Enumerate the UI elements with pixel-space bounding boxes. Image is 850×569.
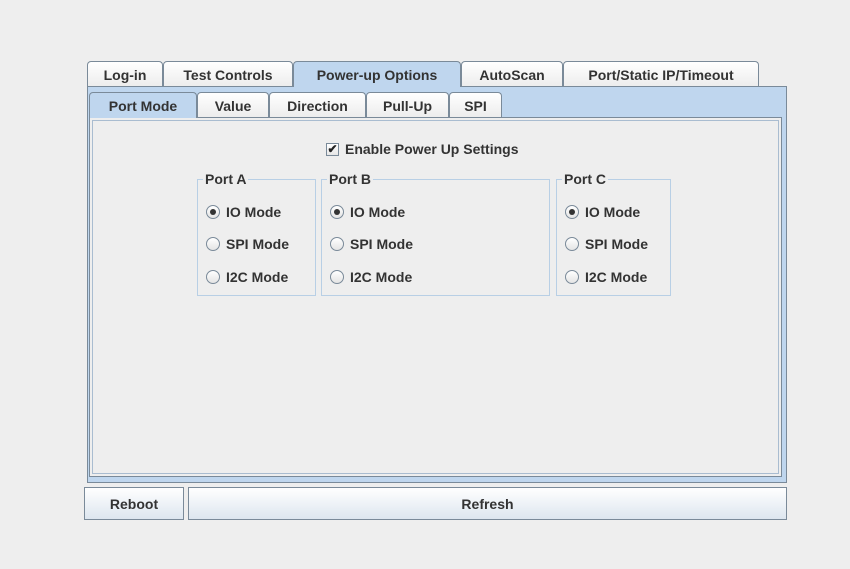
tab-label: Power-up Options — [316, 66, 438, 83]
radio-selected-icon[interactable] — [206, 205, 220, 219]
tab-autoscan[interactable]: AutoScan — [461, 61, 563, 87]
radio-label: IO Mode — [226, 204, 282, 220]
enable-power-up-checkbox[interactable]: ✔ Enable Power Up Settings — [326, 140, 518, 158]
tab-log-in[interactable]: Log-in — [87, 61, 163, 87]
port-mode-content — [92, 120, 779, 474]
check-icon: ✔ — [327, 142, 338, 156]
button-label: Refresh — [461, 495, 514, 512]
tab-label: Port/Static IP/Timeout — [588, 66, 734, 83]
tab-label: Test Controls — [183, 66, 273, 83]
port-a-i2c-mode-radio[interactable]: I2C Mode — [206, 269, 288, 285]
tab-power-up-options[interactable]: Power-up Options — [293, 61, 461, 87]
tab-label: SPI — [464, 97, 487, 114]
radio-icon[interactable] — [206, 237, 220, 251]
tab-label: Port Mode — [108, 97, 178, 114]
tab-test-controls[interactable]: Test Controls — [163, 61, 293, 87]
radio-icon[interactable] — [565, 270, 579, 284]
button-label: Reboot — [109, 495, 159, 512]
tab-value[interactable]: Value — [197, 92, 269, 118]
port-b-group: Port B IO Mode SPI Mode I2C Mode — [321, 170, 550, 296]
checkbox-label: Enable Power Up Settings — [345, 141, 519, 157]
port-c-group: Port C IO Mode SPI Mode I2C Mode — [556, 170, 671, 296]
group-title: Port C — [562, 170, 608, 188]
tab-pull-up[interactable]: Pull-Up — [366, 92, 449, 118]
port-c-i2c-mode-radio[interactable]: I2C Mode — [565, 269, 647, 285]
port-a-group: Port A IO Mode SPI Mode I2C Mode — [197, 170, 316, 296]
port-b-i2c-mode-radio[interactable]: I2C Mode — [330, 269, 412, 285]
tab-label: Value — [214, 97, 252, 114]
group-title: Port B — [327, 170, 373, 188]
radio-selected-icon[interactable] — [330, 205, 344, 219]
radio-label: IO Mode — [585, 204, 641, 220]
checkbox-box[interactable]: ✔ — [326, 142, 339, 156]
port-c-io-mode-radio[interactable]: IO Mode — [565, 204, 640, 220]
radio-label: SPI Mode — [585, 236, 649, 252]
port-b-spi-mode-radio[interactable]: SPI Mode — [330, 236, 413, 252]
radio-icon[interactable] — [330, 237, 344, 251]
radio-label: I2C Mode — [585, 269, 648, 285]
tab-port-static-ip-timeout[interactable]: Port/Static IP/Timeout — [563, 61, 759, 87]
tab-port-mode[interactable]: Port Mode — [89, 92, 197, 118]
tab-label: AutoScan — [479, 66, 545, 83]
tab-direction[interactable]: Direction — [269, 92, 366, 118]
reboot-button[interactable]: Reboot — [84, 487, 184, 520]
tab-label: Pull-Up — [383, 97, 432, 114]
port-a-io-mode-radio[interactable]: IO Mode — [206, 204, 281, 220]
radio-icon[interactable] — [330, 270, 344, 284]
radio-label: IO Mode — [350, 204, 406, 220]
outer-tab-bar: Log-in Test Controls Power-up Options Au… — [87, 61, 767, 87]
radio-label: SPI Mode — [350, 236, 414, 252]
tab-spi[interactable]: SPI — [449, 92, 502, 118]
group-title: Port A — [203, 170, 249, 188]
port-c-spi-mode-radio[interactable]: SPI Mode — [565, 236, 648, 252]
radio-label: SPI Mode — [226, 236, 290, 252]
radio-label: I2C Mode — [350, 269, 413, 285]
tab-label: Direction — [287, 97, 348, 114]
port-a-spi-mode-radio[interactable]: SPI Mode — [206, 236, 289, 252]
tab-label: Log-in — [103, 66, 147, 83]
radio-selected-icon[interactable] — [565, 205, 579, 219]
radio-label: I2C Mode — [226, 269, 289, 285]
radio-icon[interactable] — [206, 270, 220, 284]
refresh-button[interactable]: Refresh — [188, 487, 787, 520]
radio-icon[interactable] — [565, 237, 579, 251]
inner-tab-bar: Port Mode Value Direction Pull-Up SPI — [89, 92, 529, 118]
port-b-io-mode-radio[interactable]: IO Mode — [330, 204, 405, 220]
